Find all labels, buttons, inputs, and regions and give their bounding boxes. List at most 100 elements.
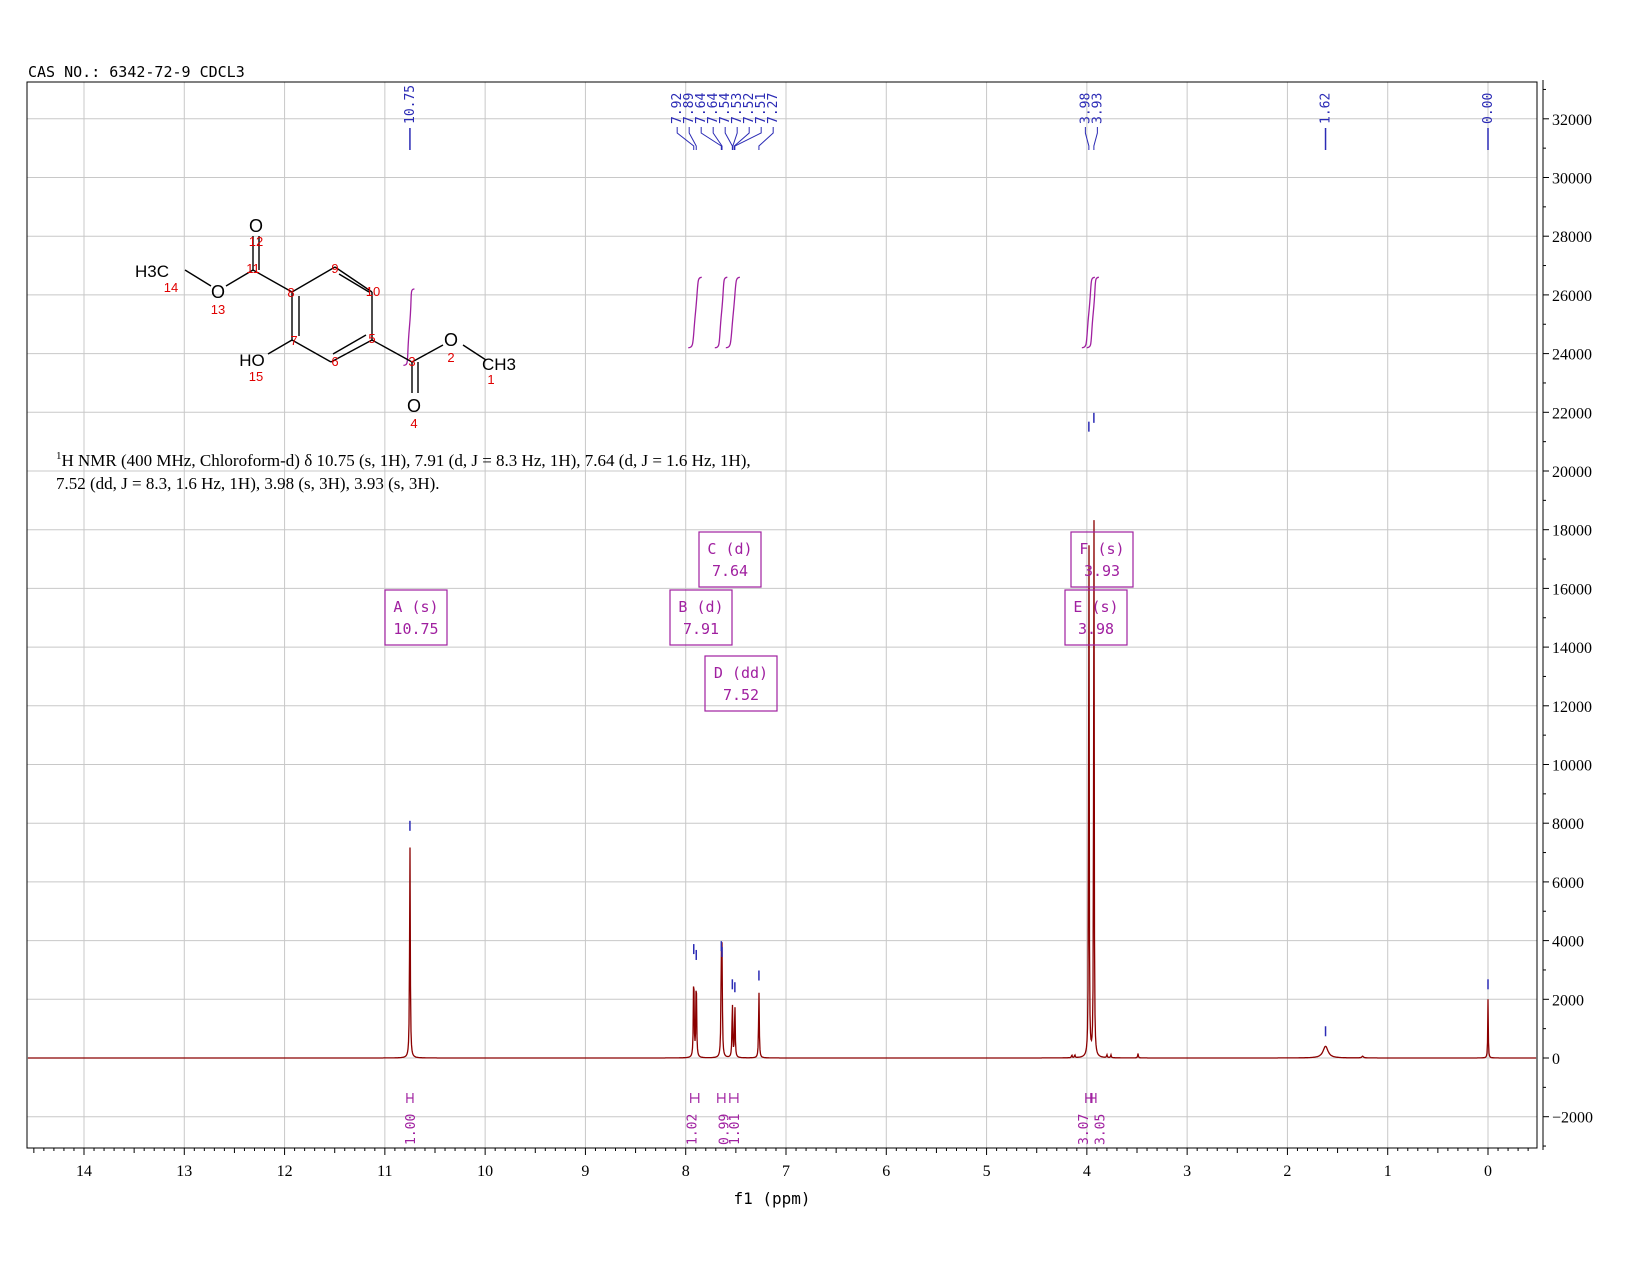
multiplet-letter: A (s)	[393, 598, 438, 616]
x-tick-label: 5	[983, 1163, 991, 1180]
atom-number-label: 6	[331, 354, 338, 369]
atom-number-label: 2	[447, 350, 454, 365]
x-tick-label: 3	[1183, 1163, 1191, 1180]
y-tick-label: 10000	[1552, 758, 1592, 775]
x-axis: 14 13 12 11 10 9 8 7 6 5 4 3 2 1 0	[27, 1147, 1537, 1180]
integral-value: 1.02	[686, 1114, 701, 1145]
atom-number-label: 11	[246, 261, 260, 276]
atom-number-label: 7	[290, 333, 297, 348]
y-tick-label: 14000	[1552, 640, 1592, 657]
atom-label: O	[249, 216, 263, 236]
peak-label: 0.00	[1481, 93, 1496, 124]
x-tick-label: 1	[1384, 1163, 1392, 1180]
molecule-labels: O1211H3C14 O138910765HO153O2 CH31O4	[135, 216, 516, 431]
y-tick-label: 12000	[1552, 699, 1592, 716]
y-tick-label: 26000	[1552, 288, 1592, 305]
multiplet-shift: 3.98	[1078, 620, 1114, 638]
multiplet-letter: E (s)	[1073, 598, 1118, 616]
y-tick-label: 24000	[1552, 347, 1592, 364]
multiplet-shift: 7.52	[723, 686, 759, 704]
y-tick-label: 20000	[1552, 464, 1592, 481]
nmr-description-line1: 1H NMR (400 MHz, Chloroform-d) δ 10.75 (…	[56, 450, 751, 470]
integral-curve	[714, 276, 728, 349]
x-tick-label: 2	[1283, 1163, 1291, 1180]
peak-label: 3.93	[1090, 93, 1105, 124]
x-tick-label: 12	[277, 1163, 293, 1180]
multiplet-letter: F (s)	[1079, 540, 1124, 558]
x-tick-label: 13	[176, 1163, 192, 1180]
x-tick-label: 14	[76, 1163, 92, 1180]
multiplet-shift: 3.93	[1084, 562, 1120, 580]
integral-curve	[688, 276, 702, 349]
description-line1-text: H NMR (400 MHz, Chloroform-d) δ 10.75 (s…	[62, 451, 751, 470]
spectrum-line	[28, 520, 1536, 1059]
y-tick-label: 16000	[1552, 581, 1592, 598]
spectrum	[28, 520, 1536, 1059]
atom-number-label: 1	[487, 372, 494, 387]
atom-label: O	[407, 396, 421, 416]
atom-label: O	[211, 282, 225, 302]
atom-number-label: 4	[410, 416, 417, 431]
y-tick-label: 2000	[1552, 992, 1584, 1009]
atom-number-label: 3	[408, 354, 415, 369]
peak-label: 1.62	[1319, 93, 1334, 124]
nmr-description-line2: 7.52 (dd, J = 8.3, 1.6 Hz, 1H), 3.98 (s,…	[56, 474, 440, 493]
peak-label-connector	[688, 127, 697, 150]
x-tick-label: 6	[882, 1163, 890, 1180]
integral-value: 1.01	[728, 1114, 743, 1145]
x-tick-label: 8	[682, 1163, 690, 1180]
integral-value: 3.05	[1093, 1114, 1108, 1145]
integral-value: 3.07	[1077, 1114, 1092, 1145]
x-tick-label: 4	[1083, 1163, 1091, 1180]
multiplet-letter: B (d)	[678, 598, 723, 616]
y-tick-label: 22000	[1552, 405, 1592, 422]
atom-number-label: 12	[249, 234, 263, 249]
atom-number-label: 14	[164, 280, 178, 295]
peak-top-ticks	[409, 412, 1489, 1037]
peak-labels: 10.75 7.927.897.647.647.547.537.527.517.2…	[403, 85, 1496, 150]
multiplet-shift: 10.75	[393, 620, 438, 638]
peak-label-connector	[700, 127, 722, 150]
y-tick-label: 0	[1552, 1051, 1560, 1068]
peak-label-connector	[712, 127, 723, 150]
atom-number-label: 15	[249, 369, 263, 384]
multiplet-letter: C (d)	[707, 540, 752, 558]
y-tick-label: 8000	[1552, 816, 1584, 833]
x-tick-label: 7	[782, 1163, 790, 1180]
molecule-structure	[184, 236, 487, 393]
peak-label: 10.75	[403, 85, 418, 124]
integral-labels: 1.00 1.02 0.991.01 3.07 3.05	[404, 1093, 1108, 1145]
x-tick-label: 11	[377, 1163, 392, 1180]
multiplet-shift: 7.64	[712, 562, 748, 580]
x-axis-label: f1 (ppm)	[733, 1189, 810, 1208]
y-tick-label: 6000	[1552, 875, 1584, 892]
integral-curves	[403, 276, 1099, 366]
y-tick-label: 4000	[1552, 934, 1584, 951]
peak-label-connector	[733, 127, 750, 150]
peak-label: 7.27	[766, 93, 781, 124]
atom-label: H3C	[135, 262, 169, 281]
atom-number-label: 9	[331, 261, 338, 276]
peak-label-connector	[1093, 127, 1098, 150]
x-tick-label: 9	[581, 1163, 589, 1180]
multiplet-annotations: A (s) 10.75 B (d) 7.91 C (d) 7.64 D (dd) 7.52 E …	[384, 531, 1134, 712]
integral-curve	[725, 276, 740, 349]
atom-number-label: 8	[287, 285, 294, 300]
x-tick-label: 0	[1484, 1163, 1492, 1180]
peak-label-connector	[734, 127, 762, 150]
y-tick-label: 32000	[1552, 112, 1592, 129]
atom-number-label: 10	[366, 284, 380, 299]
atom-label: HO	[239, 351, 265, 370]
y-tick-label: 28000	[1552, 229, 1592, 246]
cas-label: CAS NO.: 6342-72-9 CDCL3	[28, 63, 245, 81]
atom-number-label: 5	[368, 331, 375, 346]
multiplet-shift: 7.91	[683, 620, 719, 638]
y-tick-label: 18000	[1552, 523, 1592, 540]
y-axis: 3200030000280002600024000220002000018000…	[1542, 80, 1593, 1150]
peak-label-connector	[724, 127, 733, 150]
atom-label: O	[444, 330, 458, 350]
x-tick-label: 10	[477, 1163, 493, 1180]
y-tick-label: −2000	[1552, 1110, 1593, 1127]
integral-value: 1.00	[404, 1114, 419, 1145]
multiplet-letter: D (dd)	[714, 664, 768, 682]
